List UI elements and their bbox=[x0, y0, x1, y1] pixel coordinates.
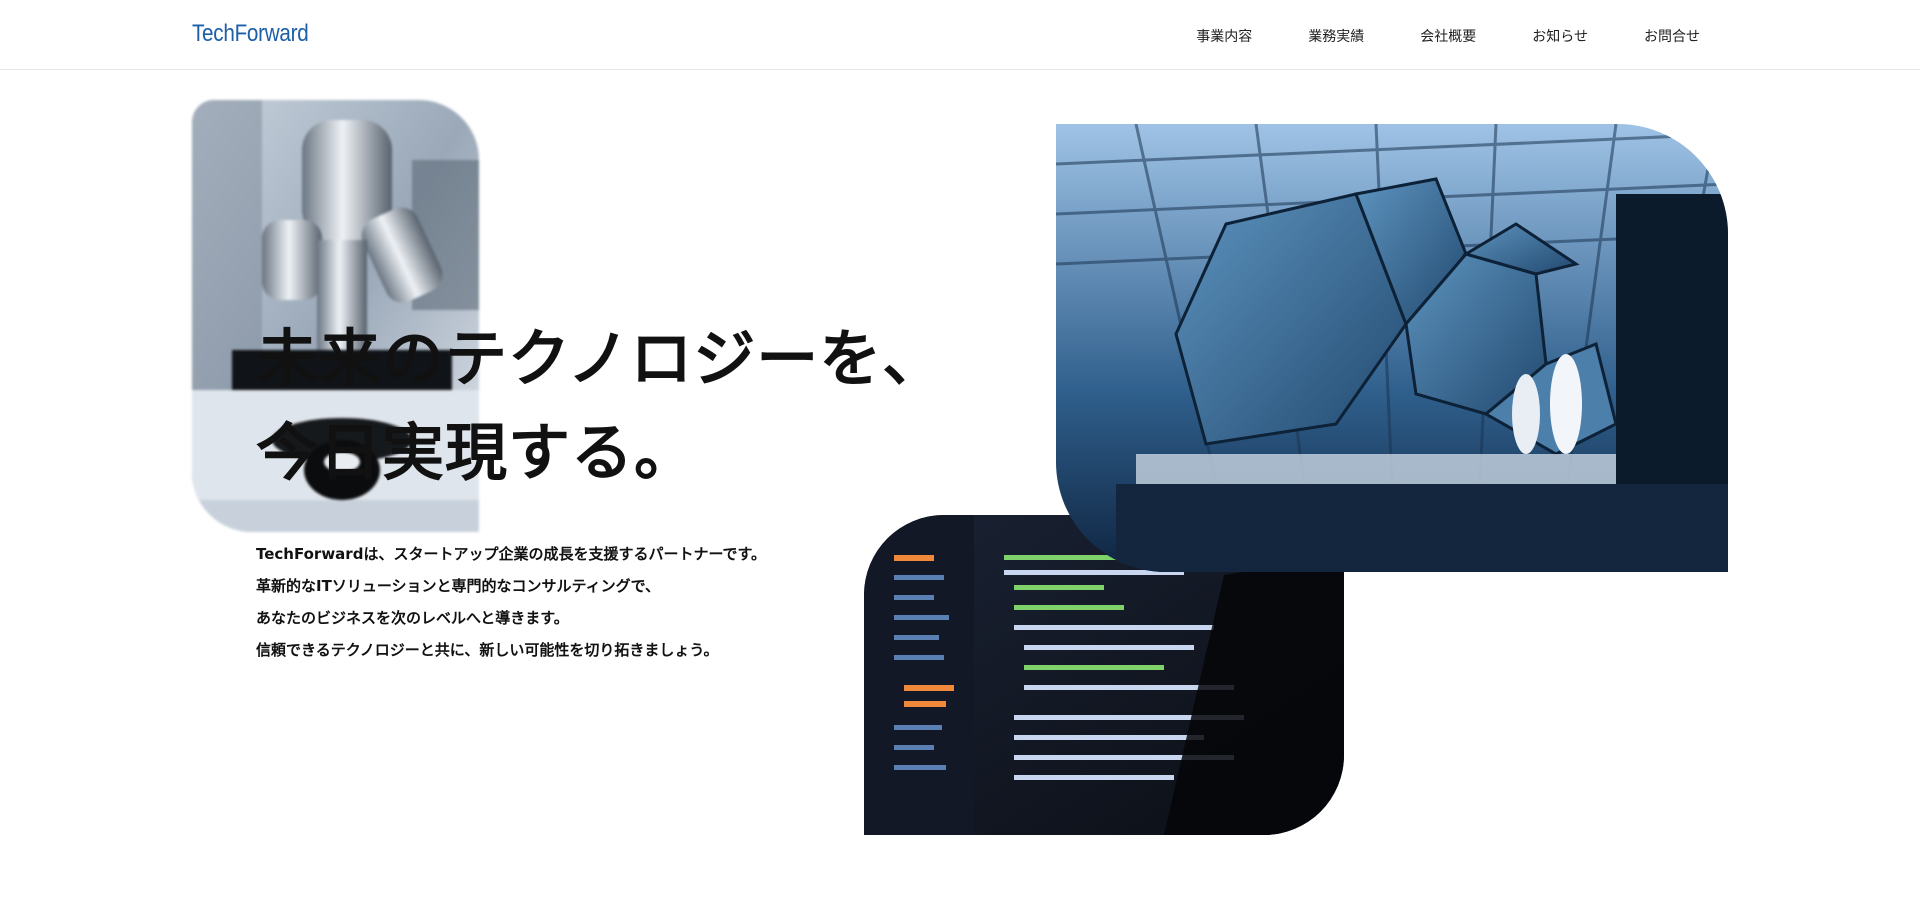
nav-item-works[interactable]: 業務実績 bbox=[1308, 26, 1364, 46]
nav-item-news[interactable]: お知らせ bbox=[1532, 26, 1588, 46]
site-header: TechForward 事業内容 業務実績 会社概要 お知らせ お問合せ bbox=[0, 0, 1920, 70]
hero-description-line: あなたのビジネスを次のレベルへと導きます。 bbox=[256, 609, 569, 627]
hero-description: TechForwardは、スタートアップ企業の成長を支援するパートナーです。 革… bbox=[256, 538, 766, 666]
hero-description-line: TechForwardは、スタートアップ企業の成長を支援するパートナーです。 bbox=[256, 545, 767, 563]
main-nav: 事業内容 業務実績 会社概要 お知らせ お問合せ bbox=[1140, 26, 1700, 46]
site-logo[interactable]: TechForward bbox=[192, 20, 309, 48]
hero-description-line: 信頼できるテクノロジーと共に、新しい可能性を切り拓きましょう。 bbox=[256, 641, 719, 659]
hero-title: 未来のテクノロジーを、 今日実現する。 bbox=[256, 312, 945, 500]
nav-item-contact[interactable]: お問合せ bbox=[1644, 26, 1700, 46]
nav-item-services[interactable]: 事業内容 bbox=[1196, 26, 1252, 46]
hero-description-line: 革新的なITソリューションと専門的なコンサルティングで、 bbox=[256, 577, 661, 595]
telescope-mirror-image bbox=[1056, 124, 1728, 572]
hero-title-line-1: 未来のテクノロジーを、 bbox=[256, 322, 946, 395]
hero-title-line-2: 今日実現する。 bbox=[256, 416, 698, 489]
nav-item-company[interactable]: 会社概要 bbox=[1420, 26, 1476, 46]
